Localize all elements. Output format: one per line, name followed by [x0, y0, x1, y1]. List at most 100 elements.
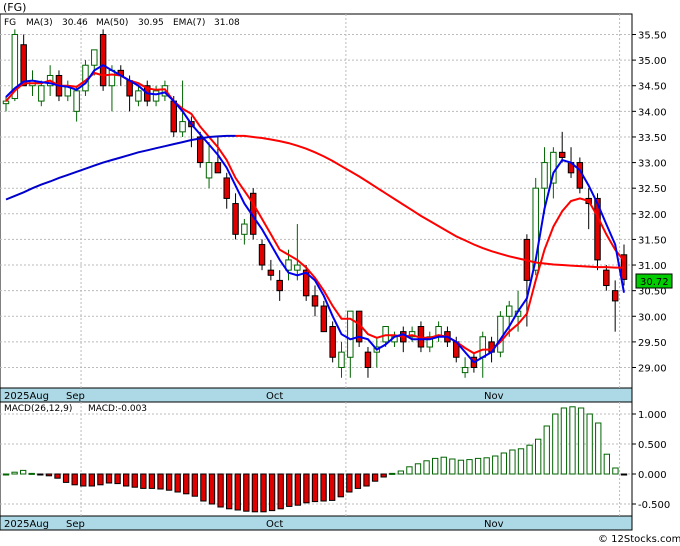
- candle-body: [91, 49, 98, 66]
- macd-bar: [380, 473, 387, 478]
- macd-bar: [217, 473, 224, 508]
- macd-bar: [251, 473, 259, 513]
- macd-bar: [517, 448, 525, 475]
- macd-bar: [11, 471, 18, 475]
- macd-tick-label: 0.500: [638, 440, 667, 451]
- price-tick-label: 32.50: [638, 184, 667, 195]
- macd-bar: [303, 473, 310, 504]
- macd-bar: [440, 456, 447, 475]
- macd-bar: [346, 473, 353, 493]
- macd-date-strip: [0, 515, 633, 531]
- macd-date-label: Nov: [484, 519, 504, 530]
- macd-tick-label: 1.000: [638, 410, 667, 421]
- macd-bar: [320, 473, 327, 502]
- price-tick-label: 33.50: [638, 133, 667, 144]
- macd-bar: [268, 473, 276, 512]
- price-tick-label: 34.50: [638, 82, 667, 93]
- macd-bar: [174, 473, 181, 493]
- macd-bar: [500, 452, 507, 475]
- candle-body: [311, 295, 319, 307]
- price-tick-label: 29.00: [638, 364, 667, 375]
- price-legend: FG MA(3) 30.46 MA(50) 30.95 EMA(7) 31.08: [4, 18, 240, 28]
- macd-bar: [586, 413, 593, 475]
- macd-bar: [423, 460, 430, 475]
- price-date-label: Oct: [266, 391, 283, 402]
- macd-bar: [552, 413, 559, 475]
- macd-bar: [363, 473, 370, 487]
- macd-bar: [595, 422, 602, 475]
- macd-bar: [105, 473, 113, 484]
- macd-bar: [612, 467, 619, 475]
- macd-bar: [492, 455, 499, 475]
- macd-bar: [62, 473, 70, 483]
- candle-body: [196, 136, 204, 164]
- price-tick-label: 35.00: [638, 56, 667, 67]
- macd-bar: [311, 473, 319, 503]
- stock-chart: 35.50 35.00 34.50 34.00 33.50 33.00 32.50 32.00…: [0, 1, 680, 545]
- legend-ma3-value: 30.46: [62, 18, 88, 28]
- macd-bar: [603, 453, 610, 475]
- macd-date-label: 2025Aug: [4, 519, 49, 530]
- macd-bar: [543, 425, 550, 475]
- macd-bar: [234, 473, 241, 511]
- macd-bar: [457, 459, 465, 475]
- last-price-label: 30.72: [640, 277, 669, 288]
- candle-body: [267, 269, 275, 276]
- macd-bar: [157, 473, 164, 490]
- macd-bar: [260, 473, 267, 513]
- macd-bar: [191, 473, 198, 497]
- candle-body: [276, 279, 283, 292]
- macd-bar: [2, 473, 10, 476]
- candle-body: [461, 367, 469, 374]
- candle-body: [241, 223, 248, 235]
- legend-ema7: EMA(7): [173, 18, 205, 28]
- macd-bar: [569, 406, 576, 475]
- macd-bar: [509, 449, 516, 475]
- candle-body: [179, 121, 186, 133]
- macd-bar: [449, 458, 456, 475]
- macd-bar: [200, 473, 207, 502]
- candle-body: [205, 162, 213, 179]
- candle-body: [135, 90, 142, 102]
- candle-body: [73, 90, 80, 112]
- candle-body: [611, 290, 619, 302]
- macd-bar: [123, 473, 130, 487]
- macd-bar: [286, 473, 293, 507]
- legend-ema7-value: 31.08: [214, 18, 240, 28]
- macd-tick-label: 0.000: [638, 470, 667, 481]
- macd-bar: [432, 457, 439, 475]
- macd-title: MACD(26,12,9): [4, 404, 72, 414]
- macd-tick-label: -0.500: [638, 500, 670, 511]
- macd-bar: [406, 466, 413, 475]
- candle-body: [38, 85, 45, 102]
- macd-date-label: Sep: [66, 519, 85, 530]
- macd-bar: [354, 473, 362, 489]
- candle-body: [558, 151, 566, 158]
- macd-bar: [577, 407, 585, 475]
- candle-body: [258, 244, 266, 266]
- candle-body: [20, 44, 27, 87]
- macd-bar: [140, 473, 147, 489]
- price-tick-label: 34.00: [638, 107, 667, 118]
- candle-body: [364, 351, 372, 369]
- macd-bar: [88, 473, 95, 487]
- macd-bar: [54, 473, 61, 479]
- legend-ma3: MA(3): [26, 18, 53, 28]
- last-price-box: 30.72: [635, 273, 673, 289]
- watermark: © 12Stocks.com: [598, 534, 680, 545]
- price-tick-label: 32.00: [638, 210, 667, 221]
- price-tick-label: 31.00: [638, 261, 667, 272]
- macd-y-axis: 1.000 0.500 0.000 -0.500: [632, 410, 670, 511]
- candle-body: [294, 264, 301, 271]
- price-tick-label: 29.50: [638, 338, 667, 349]
- macd-bar: [483, 457, 490, 475]
- macd-bar: [243, 473, 250, 512]
- price-tick-label: 33.00: [638, 159, 667, 170]
- macd-bar: [337, 473, 344, 498]
- candle-body: [214, 162, 222, 174]
- price-date-label: Sep: [66, 391, 85, 402]
- macd-bar: [37, 473, 44, 476]
- price-date-label: Nov: [484, 391, 504, 402]
- macd-bar: [620, 473, 628, 476]
- legend-ma50: MA(50): [96, 18, 128, 28]
